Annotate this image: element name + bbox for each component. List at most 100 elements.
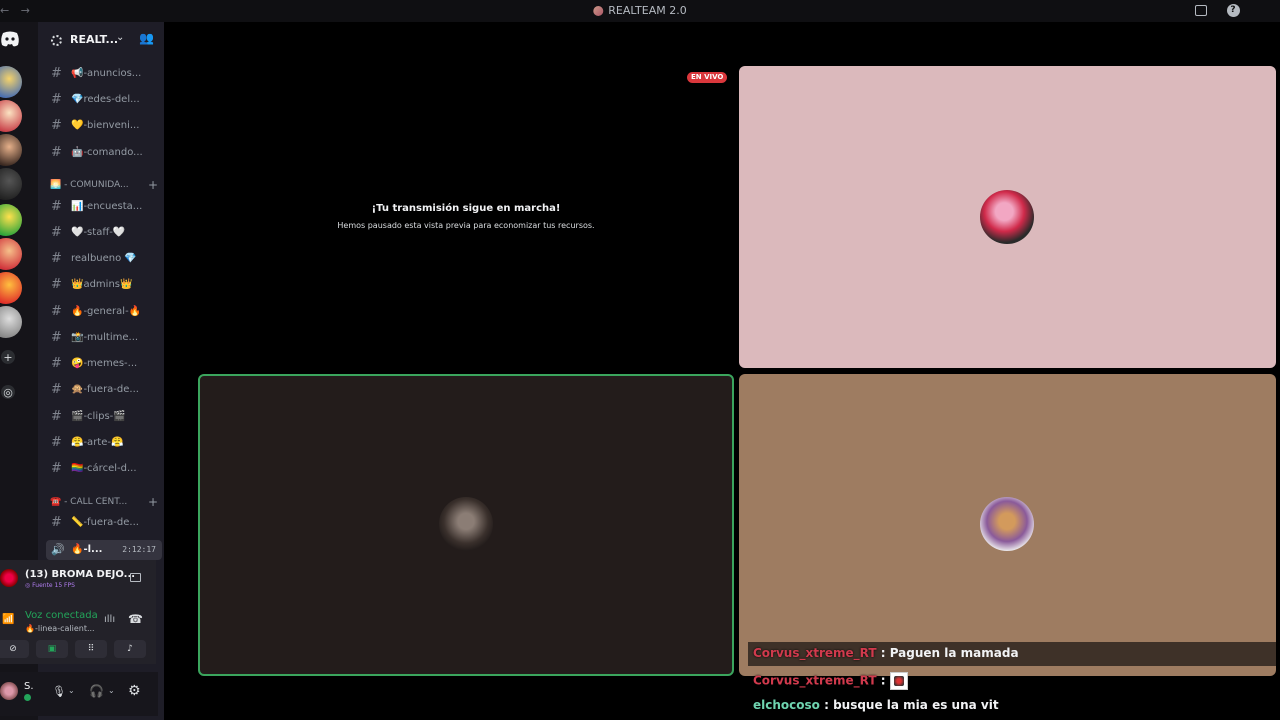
channel-label: realbueno 💎	[71, 253, 137, 264]
server-icon-3[interactable]	[0, 134, 22, 166]
soundboard-icon[interactable]: ♪	[114, 640, 146, 658]
history-nav-arrows[interactable]: ← →	[0, 4, 34, 17]
channel-item[interactable]: # 🤖-comando...	[46, 142, 162, 164]
hash-icon: #	[51, 199, 62, 214]
window-title-text: REALTEAM 2.0	[608, 4, 687, 17]
category-header[interactable]: ☎️ - CALL CENT... +	[48, 495, 158, 511]
user-avatar[interactable]	[0, 682, 18, 700]
server-icon-4[interactable]	[0, 168, 22, 200]
gear-icon[interactable]: ⚙	[128, 683, 141, 699]
category-label: ☎️ - CALL CENT...	[50, 497, 128, 507]
chat-separator: :	[876, 646, 890, 660]
chat-message: Corvus_xtreme_RT : Paguen la mamada	[748, 642, 1276, 666]
microphone-icon[interactable]: 🎙	[52, 685, 66, 698]
server-icon	[593, 5, 604, 16]
category-header[interactable]: 🌅 - COMUNIDA... +	[48, 178, 158, 194]
participant-tile-1[interactable]	[739, 66, 1276, 368]
channel-item[interactable]: # 📸-multime...	[46, 327, 162, 349]
voice-channel-active[interactable]: 🔊 🔥-l... 2:12:17	[46, 540, 162, 560]
server-icon-7[interactable]	[0, 272, 22, 304]
screen-share-icon[interactable]: ▣	[36, 640, 68, 658]
server-icon-6[interactable]	[0, 238, 22, 270]
channel-item[interactable]: # 🏳️‍🌈-cárcel-d...	[46, 458, 162, 480]
hash-icon: #	[51, 515, 62, 530]
stream-panel: (13) BROMA DEJO... ◎ Fuente 15 FPS	[0, 560, 156, 600]
channel-item[interactable]: # 😤-arte-😤	[46, 432, 162, 454]
activities-icon[interactable]: ⠿	[75, 640, 107, 658]
hash-icon: #	[51, 435, 62, 450]
chevron-down-icon[interactable]: ⌄	[108, 686, 115, 695]
chevron-down-icon[interactable]: ⌄	[68, 686, 75, 695]
stop-stream-icon[interactable]	[130, 573, 141, 582]
channel-item[interactable]: # 👑admins👑	[46, 274, 162, 296]
participant-tile-3[interactable]	[739, 374, 1276, 676]
camera-off-icon[interactable]: ⊘	[0, 640, 29, 658]
add-server-icon[interactable]: +	[1, 350, 15, 364]
signal-icon[interactable]: 📶	[2, 614, 14, 625]
channel-item[interactable]: # 🤪-memes-...	[46, 353, 162, 375]
hash-icon: #	[51, 66, 62, 81]
voice-channel-label: 🔥-l...	[71, 544, 103, 555]
guild-icon	[51, 35, 62, 46]
channel-item[interactable]: # 🔥-general-🔥	[46, 301, 162, 323]
channel-item[interactable]: # 📊-encuesta...	[46, 196, 162, 218]
chevron-down-icon[interactable]: ⌄	[116, 32, 124, 43]
channel-label: 😤-arte-😤	[71, 437, 124, 448]
channel-item[interactable]: # 🎬-clips-🎬	[46, 406, 162, 428]
server-icon-8[interactable]	[0, 306, 22, 338]
guild-header[interactable]: REALT... ⌄ 👥	[38, 22, 164, 58]
channel-item[interactable]: # realbueno 💎	[46, 248, 162, 270]
participant-avatar	[980, 190, 1034, 244]
hash-icon: #	[51, 304, 62, 319]
participant-avatar	[980, 497, 1034, 551]
chat-emote-image	[889, 672, 908, 690]
channel-label: 📏-fuera-de...	[71, 517, 139, 528]
help-icon[interactable]: ?	[1226, 3, 1240, 17]
headphones-icon[interactable]: 🎧	[89, 684, 104, 698]
server-icon-2[interactable]	[0, 100, 22, 132]
server-icon-1[interactable]	[0, 66, 22, 98]
channel-label: 📊-encuesta...	[71, 201, 143, 212]
hash-icon: #	[51, 225, 62, 240]
channel-label: 🔥-general-🔥	[71, 306, 142, 317]
hash-icon: #	[51, 382, 62, 397]
explore-servers-icon[interactable]: ◎	[1, 385, 15, 399]
hash-icon: #	[51, 277, 62, 292]
invite-icon[interactable]: 👥	[139, 31, 154, 45]
participant-avatar	[439, 497, 493, 551]
add-channel-icon[interactable]: +	[148, 495, 158, 509]
chat-username: elchocoso	[753, 698, 820, 712]
server-icon-5[interactable]	[0, 204, 22, 236]
stream-preview-tile[interactable]	[198, 66, 734, 368]
channel-label: 💛-bienveni...	[71, 120, 140, 131]
voice-connected-channel[interactable]: 🔥-linea-calient...	[25, 624, 95, 633]
voice-connection-panel: 📶 Voz conectada 🔥-linea-calient... ıllı …	[0, 600, 156, 664]
channel-label: 📢-anuncios...	[71, 68, 142, 79]
chat-text: busque la mia es una vit	[833, 698, 999, 712]
voice-timer: 2:12:17	[122, 545, 156, 554]
chat-text: Paguen la mamada	[889, 646, 1019, 660]
channel-item[interactable]: # 📢-anuncios...	[46, 63, 162, 85]
noise-suppression-icon[interactable]: ıllı	[104, 614, 115, 625]
title-bar: ← → REALTEAM 2.0 ?	[0, 0, 1280, 22]
hash-icon: #	[51, 251, 62, 266]
channel-label: 🤍-staff-🤍	[71, 227, 126, 238]
channel-label: 🙊-fuera-de...	[71, 384, 139, 395]
disconnect-icon[interactable]: ☎	[128, 612, 143, 626]
chat-message: Corvus_xtreme_RT :	[753, 672, 908, 696]
channel-item[interactable]: # 🙊-fuera-de...	[46, 379, 162, 401]
discord-home-icon[interactable]	[0, 30, 20, 48]
stream-name[interactable]: (13) BROMA DEJO...	[25, 569, 135, 580]
paused-subtitle: Hemos pausado esta vista previa para eco…	[337, 221, 595, 230]
channel-item[interactable]: # 💎redes-del...	[46, 89, 162, 111]
channel-item[interactable]: # 📏-fuera-de...	[46, 512, 162, 534]
participant-tile-2-speaking[interactable]	[198, 374, 734, 676]
status-indicator	[24, 694, 31, 701]
channel-item[interactable]: # 💛-bienveni...	[46, 115, 162, 137]
category-label: 🌅 - COMUNIDA...	[50, 180, 129, 190]
chat-separator: :	[876, 673, 890, 688]
minimize-icon[interactable]	[1258, 3, 1272, 17]
inbox-icon[interactable]	[1194, 3, 1208, 17]
channel-item[interactable]: # 🤍-staff-🤍	[46, 222, 162, 244]
add-channel-icon[interactable]: +	[148, 178, 158, 192]
